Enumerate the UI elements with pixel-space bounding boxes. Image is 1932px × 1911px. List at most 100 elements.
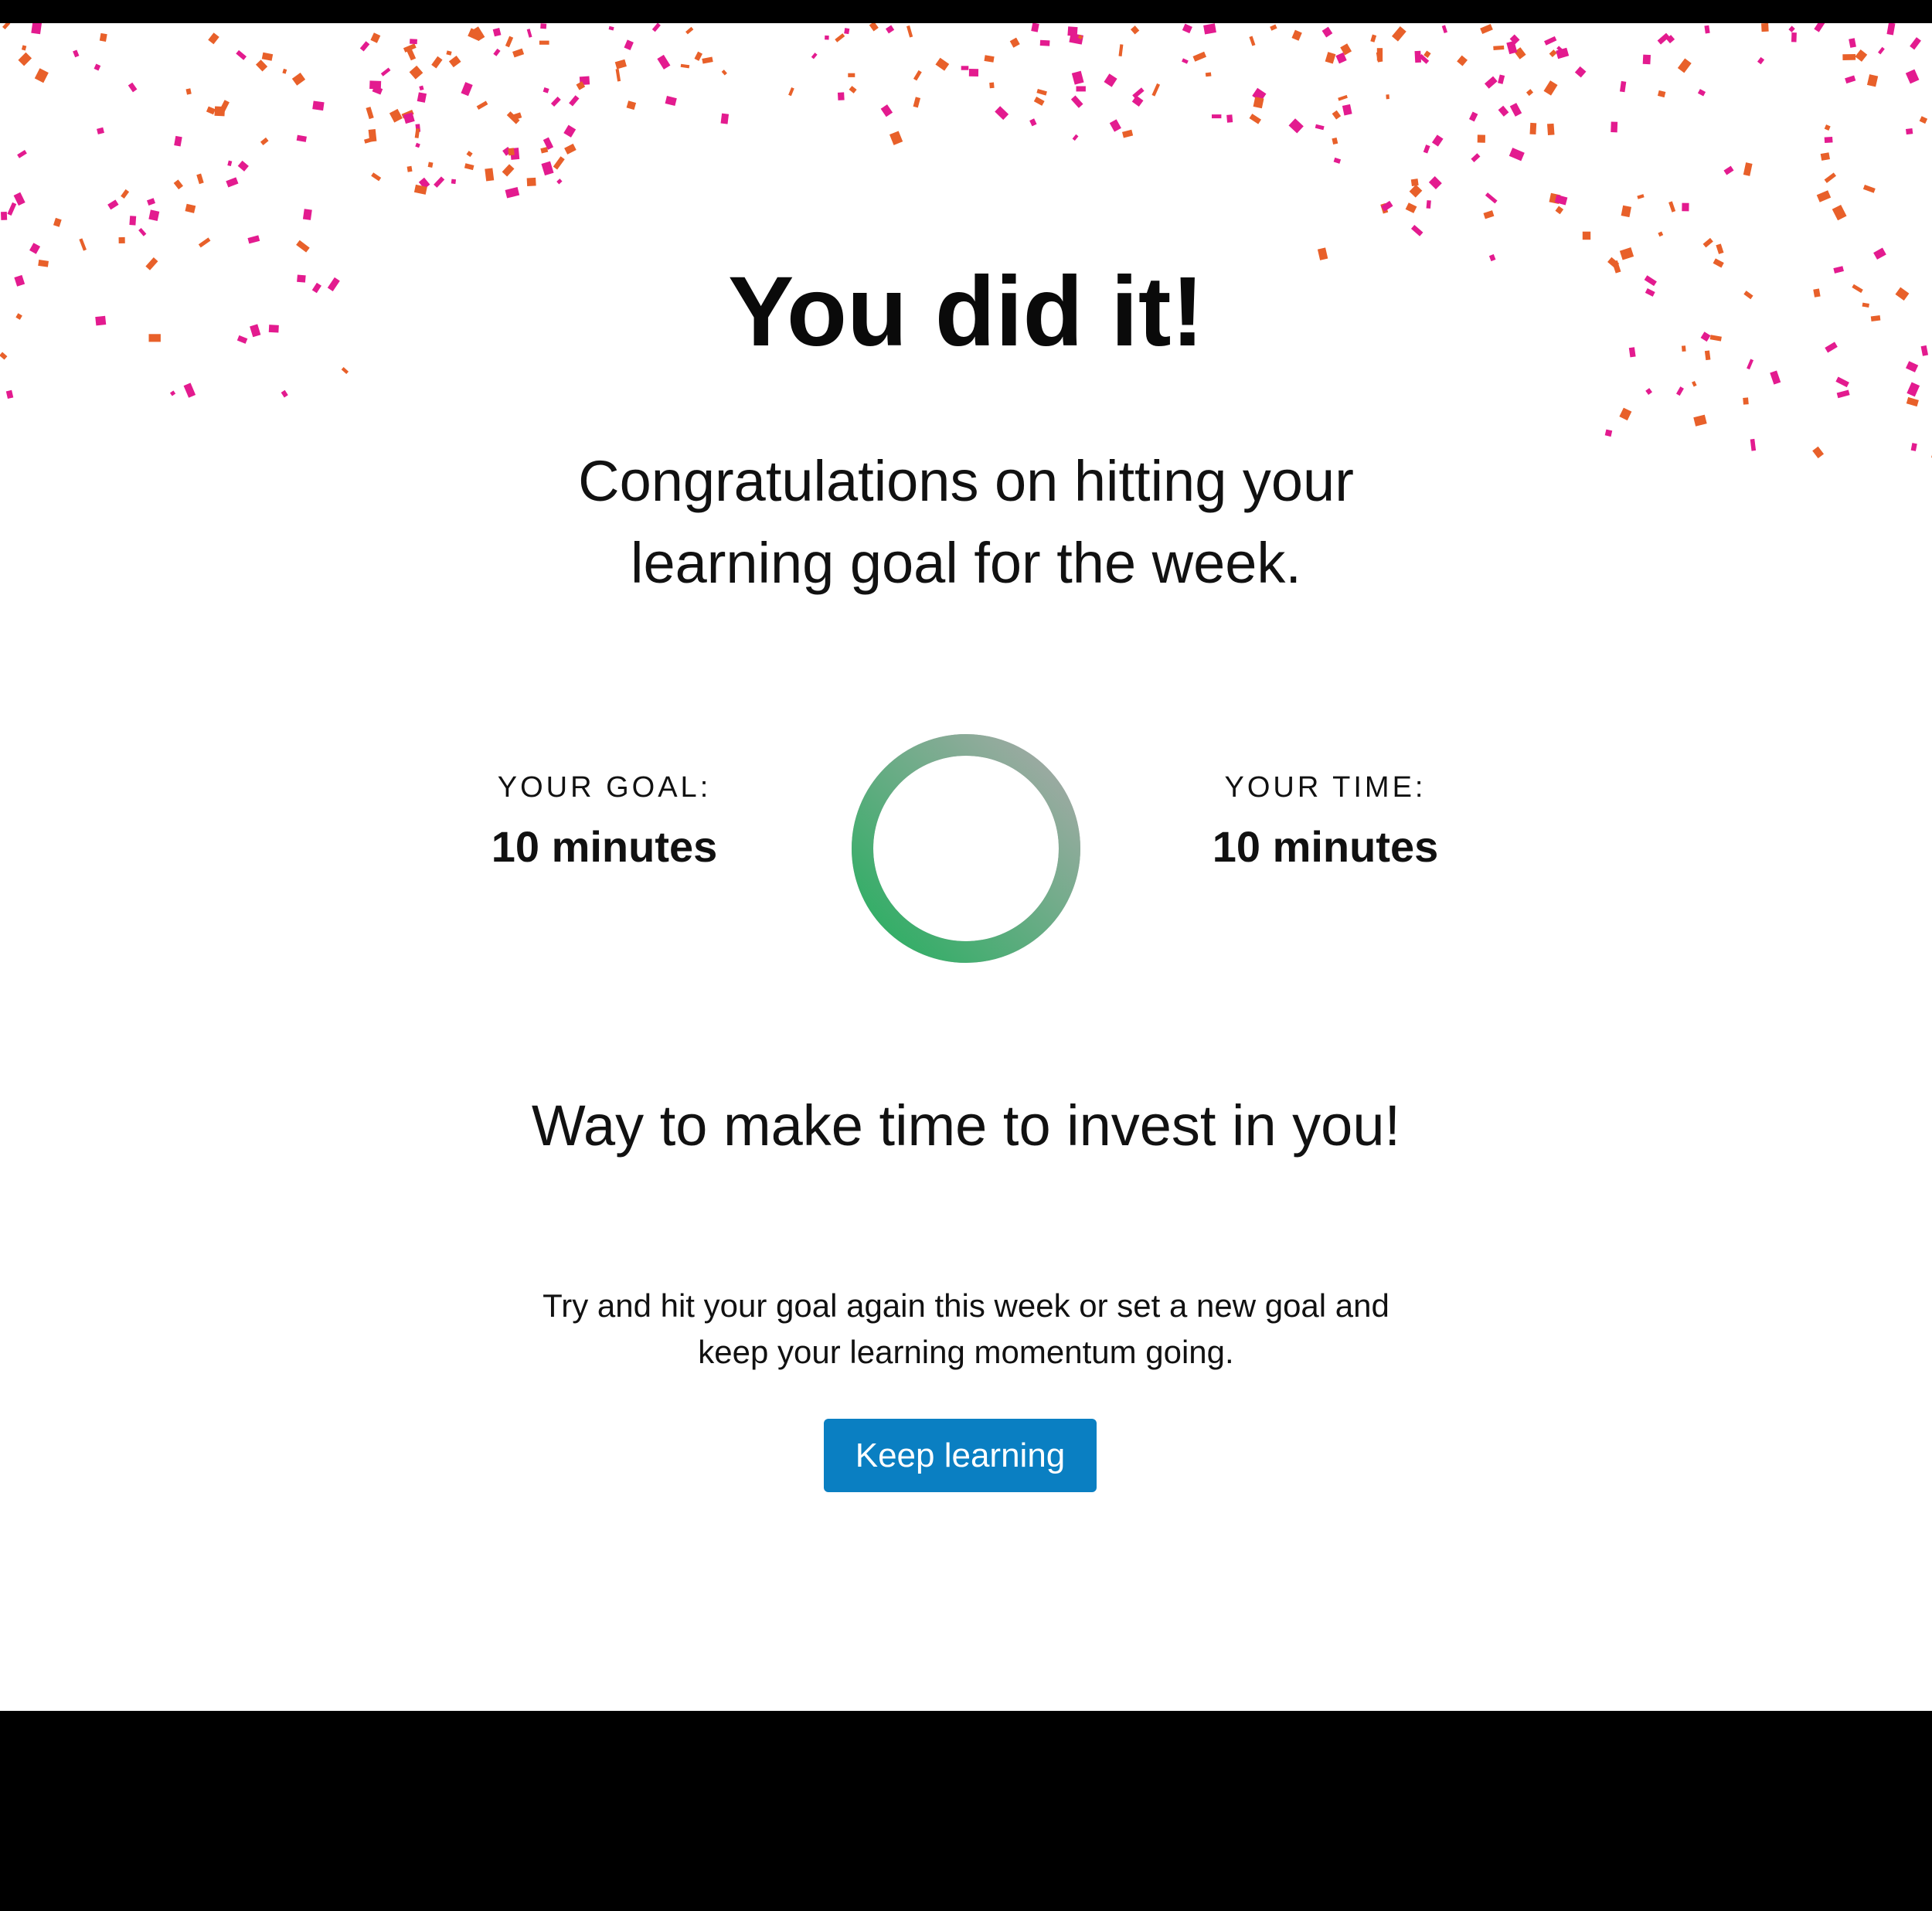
confetti-piece — [553, 156, 565, 170]
confetti-piece — [685, 26, 694, 35]
confetti-piece — [505, 36, 514, 48]
confetti-piece — [1386, 94, 1389, 100]
confetti-piece — [539, 40, 549, 45]
confetti-piece — [1333, 157, 1342, 164]
confetti-piece — [1315, 124, 1325, 131]
confetti-piece — [281, 389, 288, 398]
goal-complete-panel: You did it! Congratulations on hitting y… — [0, 23, 1932, 1711]
confetti-piece — [1321, 26, 1333, 38]
confetti-piece — [1509, 148, 1525, 162]
progress-ring — [852, 734, 1080, 963]
confetti-piece — [665, 96, 677, 107]
confetti-piece — [364, 137, 374, 144]
confetti-piece — [296, 134, 307, 142]
confetti-piece — [1824, 136, 1833, 144]
hint-line-1: Try and hit your goal again this week or… — [543, 1287, 1389, 1324]
goal-stat: YOUR GOAL: 10 minutes — [411, 773, 798, 869]
confetti-piece — [1820, 152, 1830, 161]
confetti-piece — [183, 383, 196, 398]
confetti-piece — [2, 23, 11, 30]
confetti-piece — [261, 52, 274, 61]
confetti-piece — [1554, 194, 1568, 206]
confetti-piece — [1723, 165, 1734, 175]
confetti-piece — [370, 32, 381, 43]
confetti-piece — [1249, 114, 1261, 124]
confetti-piece — [296, 240, 310, 253]
confetti-piece — [720, 113, 730, 124]
confetti-piece — [427, 162, 434, 168]
confetti-piece — [1814, 23, 1825, 32]
confetti-piece — [255, 60, 268, 72]
confetti-piece — [1471, 153, 1481, 162]
confetti-piece — [1488, 253, 1496, 262]
goal-value: 10 minutes — [491, 822, 718, 871]
confetti-piece — [1104, 73, 1117, 87]
confetti-piece — [18, 52, 32, 66]
confetti-piece — [1855, 49, 1868, 62]
confetti-piece — [1526, 89, 1534, 97]
confetti-piece — [1072, 134, 1079, 141]
confetti-piece — [1288, 118, 1304, 134]
confetti-piece — [1549, 49, 1557, 58]
keep-learning-button[interactable]: Keep learning — [824, 1419, 1097, 1492]
confetti-piece — [169, 390, 176, 396]
confetti-piece — [1325, 52, 1336, 64]
confetti-piece — [1067, 26, 1078, 36]
confetti-piece — [1905, 128, 1913, 135]
confetti-piece — [1485, 192, 1498, 204]
confetti-piece — [541, 161, 554, 176]
confetti-piece — [148, 209, 160, 221]
confetti-piece — [702, 56, 713, 64]
confetti-piece — [129, 216, 137, 226]
confetti-piece — [389, 108, 403, 123]
confetti-piece — [461, 82, 473, 97]
confetti-piece — [1619, 407, 1632, 421]
confetti-piece — [869, 23, 879, 32]
confetti-piece — [849, 86, 857, 94]
confetti-piece — [1498, 74, 1505, 84]
confetti-piece — [835, 33, 845, 43]
confetti-piece — [1122, 129, 1134, 138]
confetti-piece — [206, 106, 216, 115]
confetti-piece — [291, 73, 306, 86]
confetti-piece — [1428, 176, 1442, 189]
confetti-piece — [1426, 200, 1431, 209]
confetti-piece — [526, 29, 532, 38]
confetti-piece — [1637, 194, 1645, 199]
confetti-piece — [1544, 36, 1557, 46]
confetti-piece — [1477, 134, 1485, 143]
confetti-piece — [913, 70, 922, 81]
congratulations-line-2: learning goal for the week. — [631, 531, 1301, 595]
confetti-piece — [1574, 66, 1587, 78]
confetti-piece — [995, 106, 1009, 121]
confetti-piece — [1212, 114, 1222, 119]
confetti-piece — [476, 100, 488, 111]
confetti-piece — [73, 49, 80, 58]
confetti-piece — [1409, 184, 1423, 198]
confetti-piece — [417, 92, 427, 103]
confetti-piece — [466, 151, 473, 158]
confetti-piece — [989, 82, 995, 89]
confetti-piece — [1423, 145, 1430, 154]
confetti-piece — [1668, 201, 1676, 213]
confetti-piece — [540, 23, 547, 29]
confetti-piece — [906, 25, 913, 38]
confetti-piece — [1031, 23, 1039, 32]
confetti-piece — [7, 202, 17, 216]
confetti-piece — [1657, 90, 1666, 98]
confetti-piece — [208, 32, 219, 45]
confetti-piece — [464, 163, 474, 171]
confetti-piece — [1910, 37, 1921, 50]
confetti-piece — [1441, 25, 1448, 34]
confetti-piece — [624, 39, 634, 50]
confetti-piece — [493, 48, 501, 56]
confetti-piece — [1555, 206, 1564, 215]
confetti-piece — [1716, 243, 1724, 254]
confetti-piece — [1109, 119, 1121, 132]
confetti-piece — [1192, 51, 1207, 62]
confetti-piece — [1480, 24, 1493, 34]
confetti-piece — [415, 142, 420, 148]
progress-ring-fill — [852, 734, 1080, 963]
confetti-piece — [935, 57, 950, 71]
confetti-piece — [526, 177, 536, 186]
